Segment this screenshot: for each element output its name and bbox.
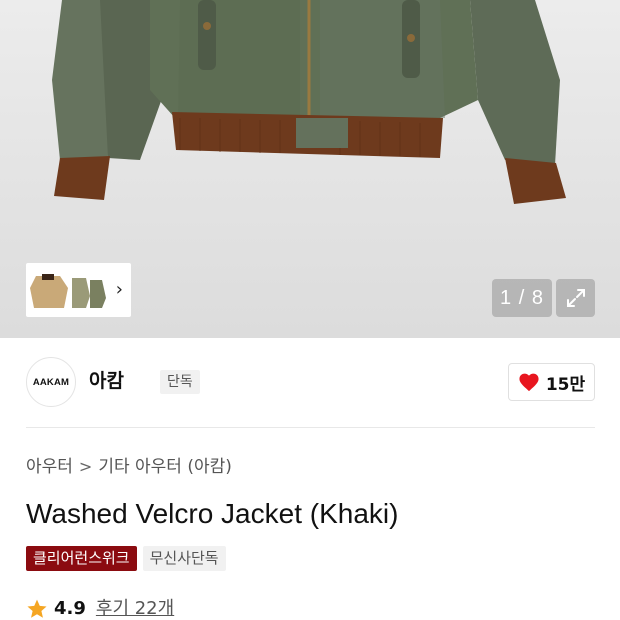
rating-row: 4.9 후기 22개 (26, 597, 174, 620)
breadcrumb: 아우터 > 기타 아우터 (아캄) (26, 455, 232, 479)
like-button[interactable]: 15만 (508, 363, 595, 401)
brand-row: AAKAM 아캄 단독 15만 (26, 355, 595, 409)
product-title: Washed Velcro Jacket (Khaki) (26, 498, 399, 529)
thumbnail-images (28, 266, 108, 314)
breadcrumb-subcategory[interactable]: 기타 아우터 (아캄) (98, 455, 232, 479)
chevron-right-icon[interactable]: › (116, 280, 123, 300)
heart-icon (519, 373, 539, 392)
brand-logo[interactable]: AAKAM (26, 357, 76, 407)
musinsa-exclusive-badge: 무신사단독 (142, 546, 226, 571)
badge-list: 클리어런스위크 무신사단독 (26, 546, 226, 571)
brand-name[interactable]: 아캄 (89, 368, 124, 394)
product-image-gallery[interactable]: › 1 / 8 (0, 0, 620, 338)
exclusive-tag: 단독 (160, 370, 200, 394)
clearance-badge: 클리어런스위크 (26, 546, 137, 571)
rating-score: 4.9 (54, 598, 86, 619)
image-counter: 1 / 8 (492, 279, 552, 317)
like-count: 15만 (545, 374, 586, 395)
thumbnail-strip[interactable]: › (26, 263, 131, 317)
review-link[interactable]: 후기 22개 (96, 597, 174, 620)
star-icon (27, 599, 47, 618)
divider (26, 427, 595, 428)
expand-button[interactable] (556, 279, 595, 317)
breadcrumb-category[interactable]: 아우터 (26, 455, 73, 479)
chevron-right-icon: > (78, 457, 93, 476)
expand-icon (566, 289, 585, 307)
